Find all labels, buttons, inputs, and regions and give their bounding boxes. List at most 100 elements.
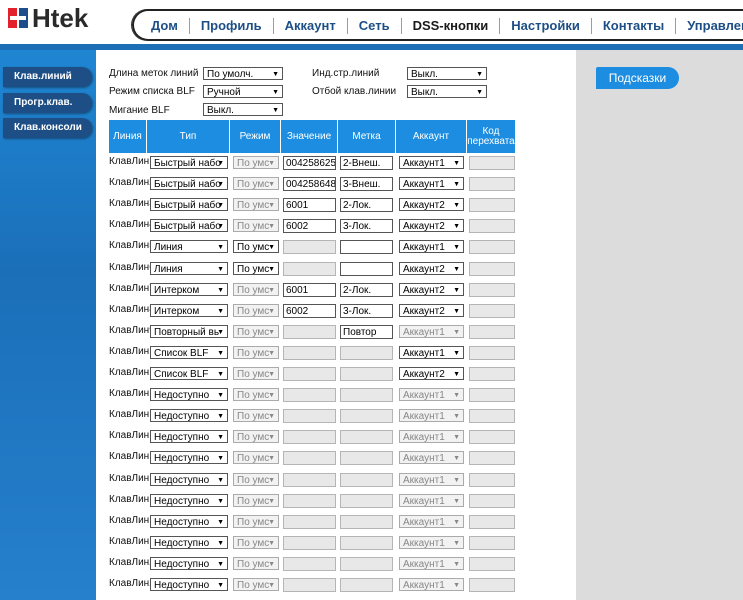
chevron-down-icon: ▼ [268,518,275,526]
nav-management[interactable]: Управление [676,18,743,34]
account-select[interactable]: Аккаунт2 ▼ [399,261,464,275]
account-select[interactable]: Аккаунт2 ▼ [399,198,464,212]
type-select[interactable]: Интерком ▼ [150,282,228,296]
chevron-down-icon: ▼ [453,307,460,315]
sidebar-item-programmable-keys[interactable]: Прогр.клав. [3,93,92,113]
table-row: КлавЛин19 Недоступно ▼ По умс ▼ Аккаунт1 ▼ [109,533,515,554]
account-select[interactable]: Аккаунт1 ▼ [399,177,464,191]
mode-select[interactable]: По умс ▼ [233,240,279,254]
value-input[interactable]: 0042586252 [283,156,336,170]
type-select[interactable]: Недоступно ▼ [150,409,228,423]
value-input-text: 6001 [286,200,309,212]
blf-blink-select[interactable]: Выкл. ▼ [203,103,283,116]
value-input[interactable]: 6002 [283,219,336,234]
type-select[interactable]: Недоступно ▼ [150,535,228,549]
account-select[interactable]: Аккаунт2 ▼ [399,282,464,296]
type-select[interactable]: Недоступно ▼ [150,578,228,591]
mode-select[interactable]: По умс ▼ [233,261,279,275]
label-input[interactable] [340,261,393,276]
nav-network[interactable]: Сеть [348,18,402,34]
nav-profile[interactable]: Профиль [190,18,274,34]
blf-mode-label: Режим списка BLF [109,86,195,97]
chevron-down-icon: ▼ [268,539,275,547]
account-select[interactable]: Аккаунт1 ▼ [399,156,464,169]
pickup-code-input [469,282,515,297]
value-input [283,240,336,255]
nav-contacts[interactable]: Контакты [592,18,677,34]
type-select[interactable]: Недоступно ▼ [150,514,228,528]
mode-select: По умс ▼ [233,177,279,191]
line-key-name: КлавЛин9 [109,324,155,336]
type-select[interactable]: Быстрый набо ▼ [150,156,228,169]
value-input[interactable]: 0042586484 [283,177,336,192]
value-input[interactable]: 6001 [283,282,336,297]
chevron-down-icon: ▼ [453,582,460,589]
type-select[interactable]: Быстрый набо ▼ [150,177,228,191]
nav-settings[interactable]: Настройки [500,18,592,34]
account-select-text: Аккаунт2 [403,263,445,275]
mode-select: По умс ▼ [233,409,279,423]
type-select-text: Недоступно [154,474,210,486]
line-key-name: КлавЛин1 [109,156,155,167]
type-select[interactable]: Список BLF ▼ [150,367,228,380]
type-select[interactable]: Недоступно ▼ [150,493,228,507]
line-key-reject-select[interactable]: Выкл. ▼ [407,85,487,98]
type-select[interactable]: Недоступно ▼ [150,556,228,570]
label-input[interactable]: Повтор [340,324,393,339]
type-select[interactable]: Быстрый набо ▼ [150,219,228,233]
chevron-down-icon: ▼ [453,539,460,547]
type-select[interactable]: Интерком ▼ [150,303,228,317]
label-input [340,535,393,550]
label-input[interactable]: 3-Лок. [340,219,393,234]
table-row: КлавЛин9 Повторный вь ▼ По умс ▼ Повтор Аккаун… [109,322,515,343]
sidebar-item-console-keys[interactable]: Клав.консоли [3,118,92,138]
type-select[interactable]: Список BLF ▼ [150,345,228,359]
account-select: Аккаунт1 ▼ [399,409,464,423]
sidebar-item-line-keys[interactable]: Клав.линий [3,67,92,87]
chevron-down-icon: ▼ [268,160,275,167]
logo-mark-icon [8,8,30,28]
label-input[interactable]: 3-Внеш. [340,177,393,192]
table-row: КлавЛин20 Недоступно ▼ По умс ▼ Аккаунт1 ▼ [109,554,515,575]
account-select[interactable]: Аккаунт1 ▼ [399,240,464,254]
account-select[interactable]: Аккаунт2 ▼ [399,367,464,380]
label-length-select[interactable]: По умолч. ▼ [203,67,283,80]
label-input[interactable]: 3-Лок. [340,303,393,318]
nav-dss-keys[interactable]: DSS-кнопки [402,18,501,34]
blf-mode-select[interactable]: Ручной ▼ [203,85,283,98]
nav-home[interactable]: Дом [140,18,190,34]
htek-logo[interactable]: Htek [8,3,88,33]
account-select[interactable]: Аккаунт2 ▼ [399,219,464,233]
account-select: Аккаунт1 ▼ [399,493,464,507]
mode-select: По умс ▼ [233,345,279,359]
type-select[interactable]: Недоступно ▼ [150,430,228,444]
account-select-text: Аккаунт1 [403,390,445,402]
type-select[interactable]: Повторный вь ▼ [150,324,228,338]
label-input[interactable] [340,240,393,255]
label-input[interactable]: 2-Внеш. [340,156,393,170]
value-input [283,388,336,403]
pickup-code-input [469,177,515,192]
line-key-name: КлавЛин5 [109,240,155,252]
account-select[interactable]: Аккаунт2 ▼ [399,303,464,317]
nav-account[interactable]: Аккаунт [274,18,348,34]
type-select[interactable]: Недоступно ▼ [150,388,228,402]
label-input[interactable]: 2-Лок. [340,282,393,297]
chevron-down-icon: ▼ [217,582,224,589]
hints-tab[interactable]: Подсказки [596,67,679,89]
chevron-down-icon: ▼ [268,434,275,442]
type-select[interactable]: Недоступно ▼ [150,451,228,465]
account-select[interactable]: Аккаунт1 ▼ [399,345,464,359]
type-select[interactable]: Линия ▼ [150,240,228,254]
value-input[interactable]: 6001 [283,198,336,213]
mode-select-text: По умс [237,580,270,591]
value-input [283,430,336,445]
page-indicator-select[interactable]: Выкл. ▼ [407,67,487,80]
account-select-text: Аккаунт1 [403,453,445,465]
type-select[interactable]: Линия ▼ [150,261,228,275]
label-input[interactable]: 2-Лок. [340,198,393,213]
type-select[interactable]: Быстрый набо ▼ [150,198,228,212]
type-select[interactable]: Недоступно ▼ [150,472,228,486]
account-select: Аккаунт1 ▼ [399,430,464,444]
value-input[interactable]: 6002 [283,303,336,318]
